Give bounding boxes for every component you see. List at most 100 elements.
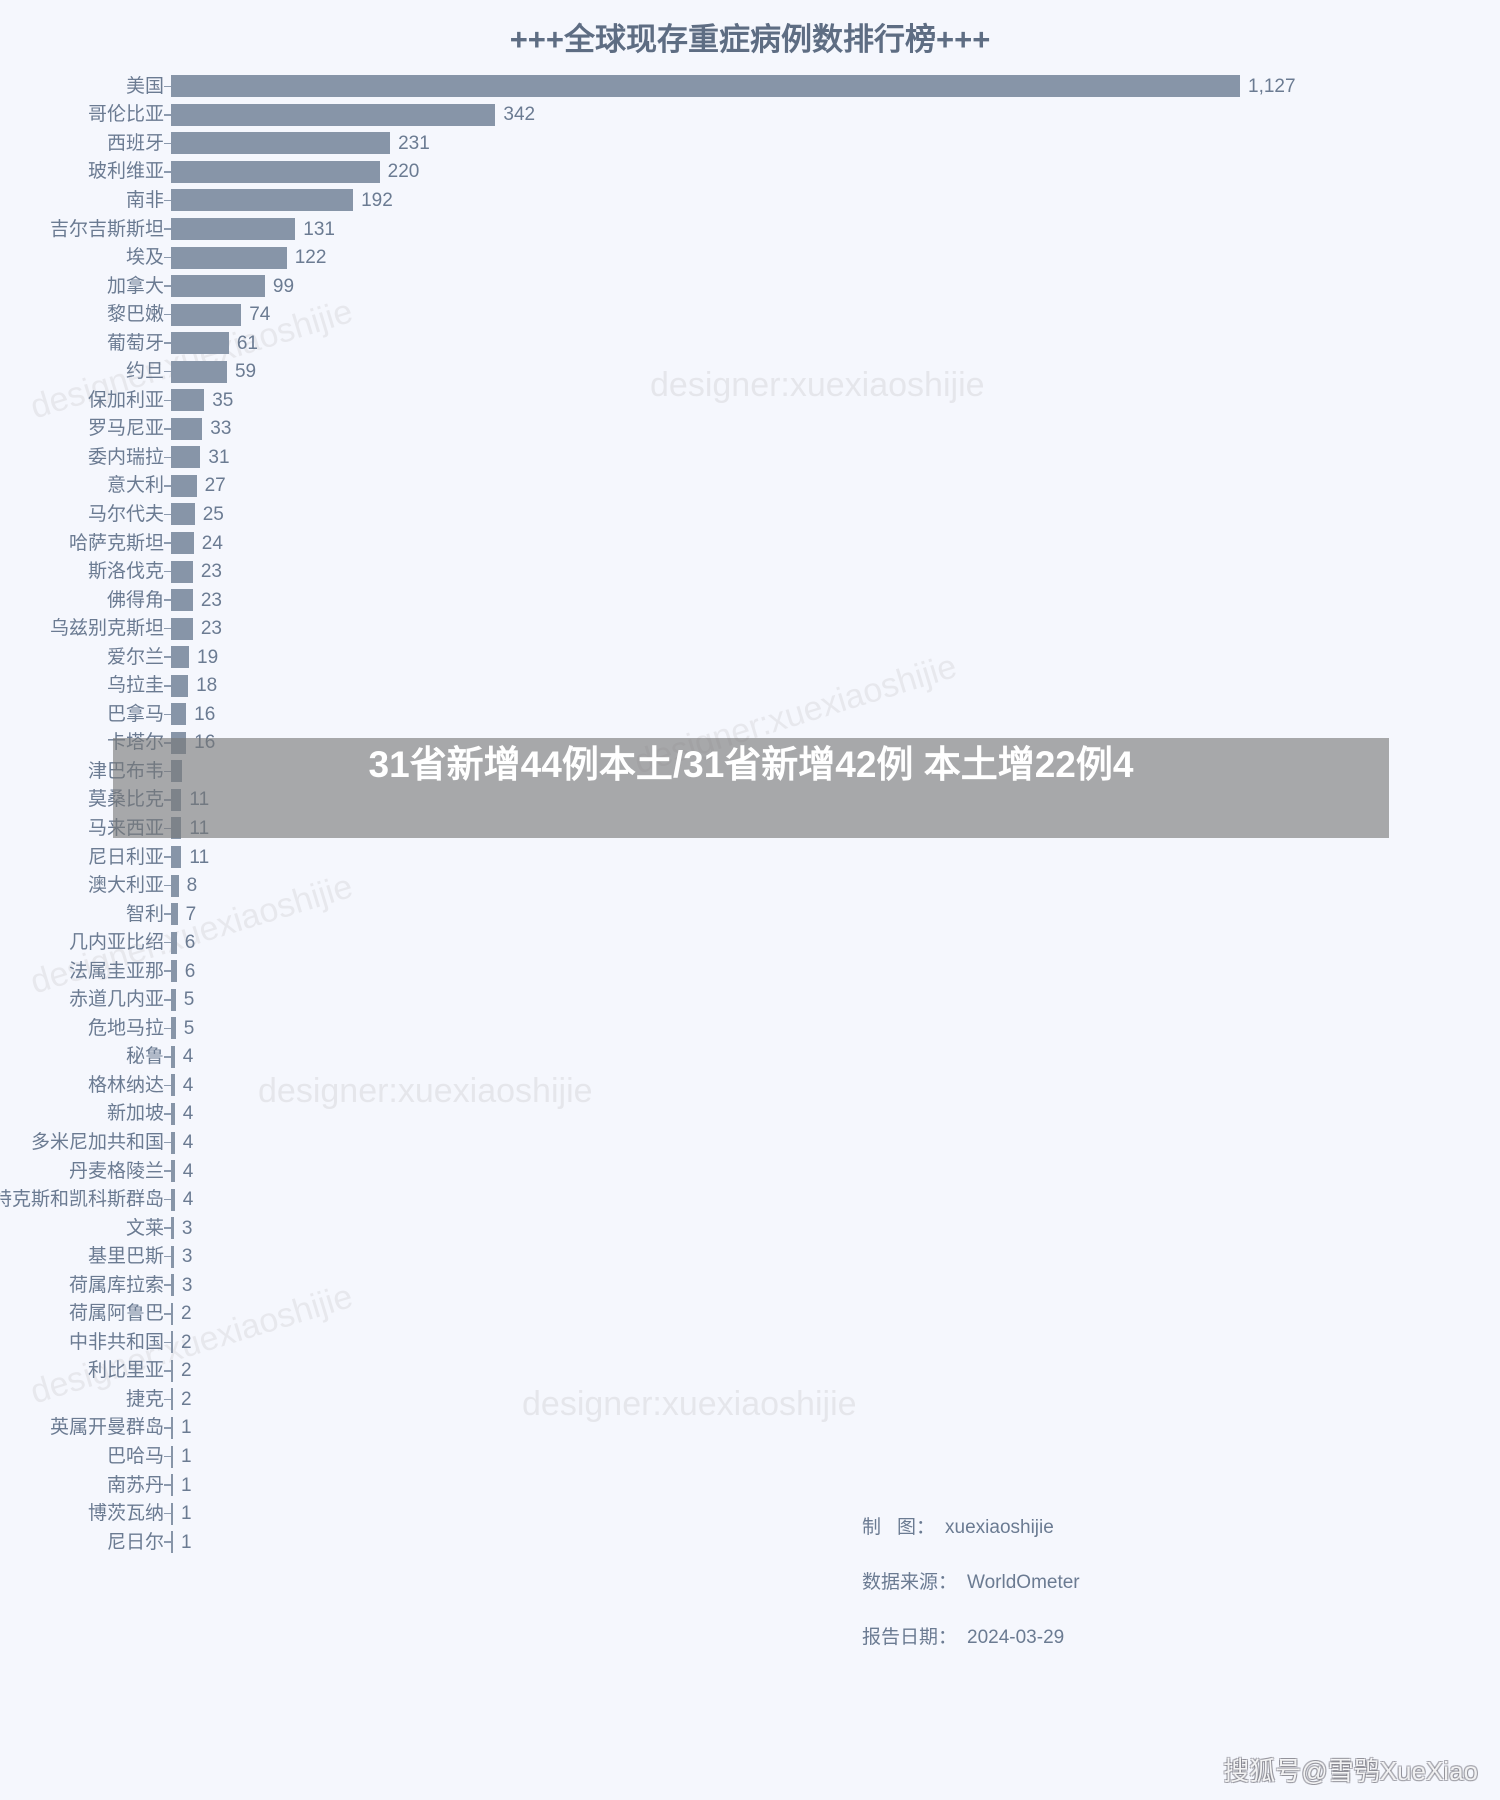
bar-category-label: 赤道几内亚 xyxy=(68,989,164,1011)
bar-value-label: 6 xyxy=(184,932,196,954)
axis-tick xyxy=(164,142,171,145)
axis-tick xyxy=(164,1255,171,1258)
bar xyxy=(171,1045,175,1068)
bar-row: 黎巴嫩 74 xyxy=(0,300,1500,329)
bar-container: 23 xyxy=(171,617,222,640)
bar-container: 231 xyxy=(171,132,430,155)
bar-row: 斯洛伐克 23 xyxy=(0,557,1500,586)
bar-container: 342 xyxy=(171,103,536,126)
axis-tick xyxy=(164,256,171,259)
bar-row: 新加坡 4 xyxy=(0,1100,1500,1129)
bar-container: 122 xyxy=(171,246,326,269)
bar-container: 24 xyxy=(171,532,223,555)
axis-tick xyxy=(164,114,171,116)
bar-container: 27 xyxy=(171,474,226,497)
bar-category-label: 新加坡 xyxy=(106,1103,164,1125)
bar-container: 1 xyxy=(171,1445,192,1468)
axis-tick xyxy=(164,171,171,173)
bar-container: 23 xyxy=(171,560,222,583)
axis-tick xyxy=(164,228,171,230)
bar-category-label: 吉尔吉斯斯坦 xyxy=(49,218,164,240)
bar xyxy=(171,1274,174,1297)
axis-tick xyxy=(164,313,171,316)
bar-row: 博茨瓦纳 1 xyxy=(0,1499,1500,1528)
bar-value-label: 4 xyxy=(182,1103,194,1125)
bar-category-label: 斯洛伐克 xyxy=(87,561,164,583)
bar-container: 5 xyxy=(171,1017,194,1040)
footer-designer-label-right: 图： xyxy=(897,1517,936,1538)
bar xyxy=(171,1160,175,1183)
bar xyxy=(171,218,296,240)
bar xyxy=(171,1445,173,1468)
bar-container: 31 xyxy=(171,446,230,469)
bar-category-label: 利比里亚 xyxy=(87,1360,164,1382)
bar-container: 19 xyxy=(171,646,218,669)
bar-row: 多米尼加共和国 4 xyxy=(0,1128,1500,1157)
bar-container: 4 xyxy=(171,1102,194,1125)
bar-row: 几内亚比绍 6 xyxy=(0,928,1500,957)
bar-container: 2 xyxy=(171,1388,192,1411)
bar-category-label: 多米尼加共和国 xyxy=(30,1132,164,1153)
bar xyxy=(171,1474,173,1497)
bar-value-label: 1 xyxy=(181,1531,192,1553)
bar xyxy=(171,160,380,183)
bar-container: 16 xyxy=(171,703,216,726)
bar-row: 意大利 27 xyxy=(0,472,1500,501)
footer-source-value: WorldOmeter xyxy=(967,1572,1080,1593)
bar xyxy=(171,1245,174,1268)
bar xyxy=(171,474,197,497)
bar xyxy=(171,132,391,155)
bar-container: 2 xyxy=(171,1302,192,1325)
bar-category-label: 葡萄牙 xyxy=(106,332,164,354)
footer-date-row: 报告日期： 2024-03-29 xyxy=(862,1622,1080,1649)
bar-value-label: 31 xyxy=(208,446,230,468)
bar-value-label: 1 xyxy=(181,1446,192,1468)
bar-value-label: 4 xyxy=(182,1189,194,1211)
axis-tick xyxy=(164,456,171,459)
bar-row: 英属开曼群岛 1 xyxy=(0,1414,1500,1443)
axis-tick xyxy=(164,1398,171,1401)
bar-container: 2 xyxy=(171,1359,192,1382)
bar-category-label: 英属开曼群岛 xyxy=(49,1417,164,1439)
bar xyxy=(171,646,190,669)
bar-value-label: 16 xyxy=(194,703,216,725)
axis-tick xyxy=(164,941,171,944)
bar-container: 25 xyxy=(171,503,224,526)
axis-tick xyxy=(164,884,171,887)
bar-value-label: 1 xyxy=(181,1417,192,1439)
bar xyxy=(171,1502,173,1525)
bar-value-label: 4 xyxy=(182,1132,194,1153)
axis-tick xyxy=(164,713,171,716)
bar-value-label: 7 xyxy=(185,903,197,925)
bar-row: 澳大利亚 8 xyxy=(0,871,1500,900)
axis-tick xyxy=(164,685,171,687)
bar-container: 74 xyxy=(171,303,271,326)
bar xyxy=(171,1102,175,1125)
bar-category-label: 格林纳达 xyxy=(87,1074,164,1096)
bar-value-label: 74 xyxy=(249,304,271,326)
bar-category-label: 南苏丹 xyxy=(106,1474,164,1496)
bar xyxy=(171,303,242,326)
axis-tick xyxy=(164,513,171,516)
bar xyxy=(171,503,195,526)
bar-value-label: 1 xyxy=(181,1474,192,1496)
axis-tick xyxy=(164,1056,171,1058)
bar-value-label: 18 xyxy=(196,675,218,697)
axis-tick xyxy=(164,542,171,544)
bar-value-label: 2 xyxy=(181,1388,192,1410)
axis-tick xyxy=(164,1484,171,1486)
bar xyxy=(171,1217,174,1240)
bar xyxy=(171,1388,173,1411)
bar-value-label: 342 xyxy=(503,104,536,126)
bar-container: 4 xyxy=(171,1160,193,1183)
bar-container: 3 xyxy=(171,1245,192,1268)
bar-category-label: 澳大利亚 xyxy=(87,875,164,897)
bar xyxy=(171,1416,173,1439)
bar xyxy=(171,246,287,269)
axis-tick xyxy=(164,999,171,1001)
bar-value-label: 23 xyxy=(200,561,222,583)
bar-category-label: 尼日利亚 xyxy=(87,846,164,868)
bar-value-label: 6 xyxy=(184,960,196,982)
bar-row: 法属圭亚那 6 xyxy=(0,957,1500,986)
chart-footer-meta: 制图： xuexiaoshijie 数据来源： WorldOmeter 报告日期： 2… xyxy=(862,1512,1080,1649)
